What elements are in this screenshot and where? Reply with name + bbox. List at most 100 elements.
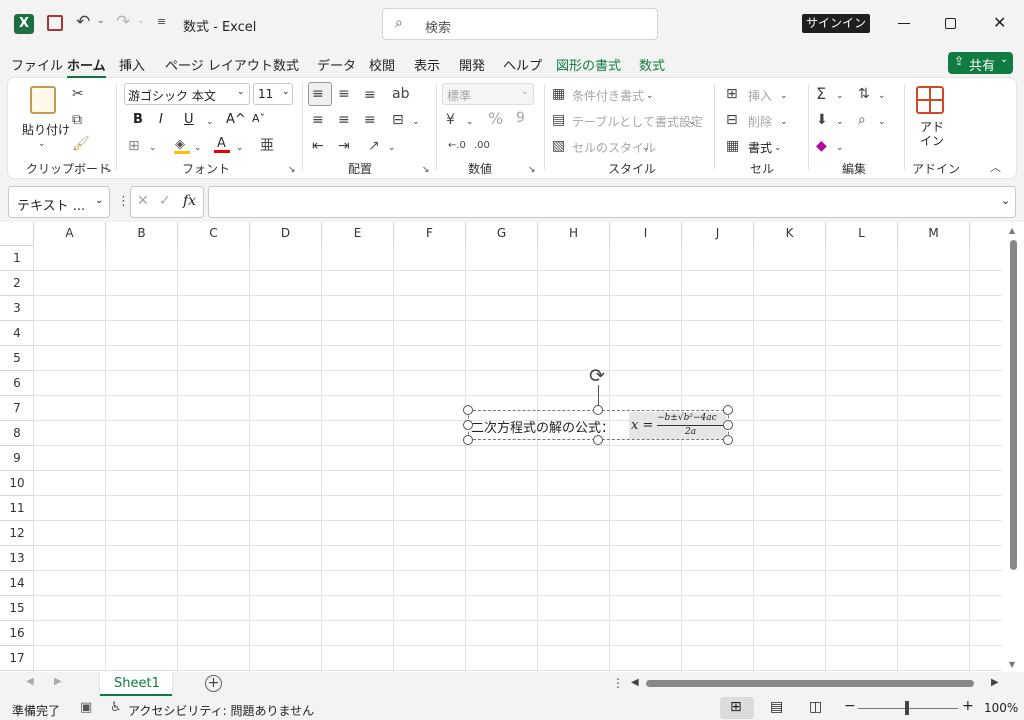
row-header[interactable]: 16 [0,621,34,646]
align-bottom-icon[interactable]: ≡ [364,87,376,103]
font-name-select[interactable]: 游ゴシック 本文 ⌄ [124,83,250,105]
zoom-in-icon[interactable]: + [962,698,974,714]
addins-icon[interactable] [916,86,944,114]
column-header[interactable]: E [322,222,394,246]
number-launcher-icon[interactable]: ↘ [528,162,536,178]
resize-handle-s[interactable] [593,435,603,445]
row-header[interactable]: 10 [0,471,34,496]
tab-equation[interactable]: 数式 [639,55,665,74]
tab-data[interactable]: データ [317,55,356,74]
chevron-down-icon[interactable]: ⌄ [412,114,420,130]
tab-developer[interactable]: 開発 [459,55,485,74]
format-as-table-button[interactable]: テーブルとして書式設定 [572,113,703,130]
row-header[interactable]: 9 [0,446,34,471]
worksheet-grid[interactable]: ABCDEFGHIJKLM 1 2 3 4 5 6 7 8 9 10 11 12 13 14 15 16 17 … [0,222,1024,672]
fill-icon[interactable]: ⬇ [816,112,828,128]
tab-insert[interactable]: 挿入 [119,55,145,74]
find-select-icon[interactable]: ⌕ [858,112,866,128]
decrease-indent-icon[interactable]: ⇤ [312,138,324,154]
tab-view[interactable]: 表示 [414,55,440,74]
tab-home[interactable]: ホーム [67,55,106,79]
page-break-view-icon[interactable]: ◫ [809,699,822,715]
row-header[interactable]: 12 [0,521,34,546]
copy-icon[interactable]: ⧉ [72,112,82,128]
resize-handle-se[interactable] [723,435,733,445]
tab-shape-format[interactable]: 図形の書式 [556,55,621,74]
row-header[interactable]: 6 [0,371,34,396]
underline-button[interactable]: U [184,112,194,127]
orientation-icon[interactable]: ↗ [368,138,380,154]
chevron-down-icon[interactable]: ⌄ [646,88,654,104]
row-header[interactable]: 13 [0,546,34,571]
column-header[interactable]: J [682,222,754,246]
row-header[interactable]: 14 [0,571,34,596]
scroll-right-icon[interactable]: ▶ [991,677,999,688]
column-header[interactable]: H [538,222,610,246]
resize-handle-nw[interactable] [463,405,473,415]
macro-record-icon[interactable]: ▣ [80,700,92,715]
grow-font-button[interactable]: A^ [226,112,246,127]
currency-icon[interactable]: ¥ [446,112,455,128]
vertical-scroll-thumb[interactable] [1010,240,1017,570]
chevron-down-icon[interactable]: ⌄ [780,88,788,104]
row-header[interactable]: 17 [0,646,34,671]
chevron-down-icon[interactable]: ⌄ [466,114,474,130]
shrink-font-button[interactable]: Aˇ [252,112,265,125]
horizontal-scroll-thumb[interactable] [646,680,974,687]
addins-button[interactable]: アド イン [920,120,944,148]
equation-region[interactable]: x = −b±√b²−4ac 2a [629,412,727,439]
paste-dropdown-icon[interactable]: ⌄ [38,136,46,152]
accessibility-icon[interactable]: ♿ [110,700,122,715]
insert-cells-icon[interactable]: ⊞ [726,86,738,102]
row-header[interactable]: 15 [0,596,34,621]
chevron-down-icon[interactable]: ⌄ [836,114,844,130]
cut-icon[interactable]: ✂ [72,86,84,102]
wrap-text-icon[interactable]: ab [392,86,409,102]
column-header[interactable]: B [106,222,178,246]
chevron-down-icon[interactable]: ⌄ [206,114,214,130]
resize-handle-ne[interactable] [723,405,733,415]
accessibility-status[interactable]: アクセシビリティ: 問題ありません [128,702,314,719]
column-header[interactable]: A [34,222,106,246]
italic-button[interactable]: I [159,112,163,127]
page-layout-view-icon[interactable]: ▤ [770,699,783,715]
resize-handle-sw[interactable] [463,435,473,445]
chevron-down-icon[interactable]: ⌄ [688,114,696,130]
column-header[interactable]: D [250,222,322,246]
scroll-up-icon[interactable]: ▲ [1009,226,1015,235]
comma-button[interactable]: 9 [516,110,525,126]
format-as-table-icon[interactable]: ▤ [552,112,565,128]
delete-cells-button[interactable]: 削除 [748,113,772,130]
row-header[interactable]: 2 [0,271,34,296]
merge-center-icon[interactable]: ⊟ [392,112,404,128]
row-header[interactable]: 3 [0,296,34,321]
save-icon[interactable] [47,15,63,31]
tab-review[interactable]: 校閲 [369,55,395,74]
font-size-select[interactable]: 11 ⌄ [253,83,293,105]
insert-function-button[interactable]: fx [183,193,196,209]
fill-color-icon[interactable]: ◈ [174,137,190,154]
row-header[interactable]: 5 [0,346,34,371]
signin-button[interactable]: サインイン [802,14,870,33]
bold-button[interactable]: B [133,112,143,127]
column-header[interactable]: I [610,222,682,246]
customize-qat-icon[interactable]: ≡ [157,15,166,28]
row-header[interactable]: 11 [0,496,34,521]
enter-icon[interactable]: ✓ [159,193,171,209]
formula-input[interactable]: ⌄ [208,186,1016,218]
chevron-down-icon[interactable]: ⌄ [149,140,157,156]
format-painter-icon[interactable]: 🖌 [72,136,90,152]
borders-icon[interactable]: ⊞ [128,138,140,154]
cancel-icon[interactable]: ✕ [137,193,149,209]
row-header[interactable]: 4 [0,321,34,346]
delete-cells-icon[interactable]: ⊟ [726,112,738,128]
chevron-down-icon[interactable]: ⌄ [878,114,886,130]
redo-icon[interactable]: ↷ [116,12,130,32]
row-header[interactable]: 8 [0,421,34,446]
insert-cells-button[interactable]: 挿入 [748,87,772,104]
chevron-down-icon[interactable]: ⌄ [388,140,396,156]
increase-indent-icon[interactable]: ⇥ [338,138,350,154]
select-all-corner[interactable] [0,222,34,246]
align-middle-icon[interactable]: ≡ [338,86,350,102]
align-center-icon[interactable]: ≡ [338,112,350,128]
